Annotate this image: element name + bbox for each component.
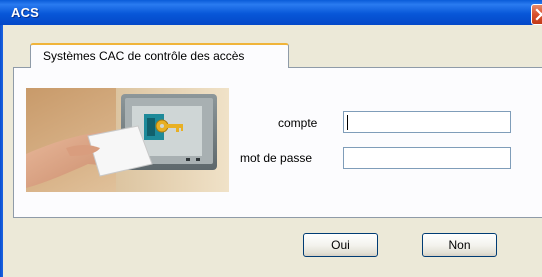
- yes-button[interactable]: Oui: [303, 233, 378, 257]
- window-frame-left: [0, 25, 3, 277]
- password-input[interactable]: [343, 147, 511, 169]
- text-caret: [347, 115, 348, 130]
- tab-cac-access-control[interactable]: Systèmes CAC de contrôle des accès: [30, 43, 289, 68]
- password-label: mot de passe: [240, 151, 313, 165]
- no-button[interactable]: Non: [422, 233, 497, 257]
- access-card-reader-illustration: [26, 88, 229, 192]
- close-icon: [535, 8, 542, 21]
- close-button[interactable]: [531, 4, 542, 25]
- account-label: compte: [278, 116, 318, 130]
- window-title: ACS: [11, 5, 40, 20]
- account-input[interactable]: [343, 111, 511, 133]
- tab-panel-join: [31, 67, 288, 69]
- acs-dialog-window: ACS Systèmes CAC de contrôle des accès c…: [0, 0, 542, 277]
- tab-label: Systèmes CAC de contrôle des accès: [43, 49, 245, 63]
- title-bar[interactable]: ACS: [0, 0, 542, 25]
